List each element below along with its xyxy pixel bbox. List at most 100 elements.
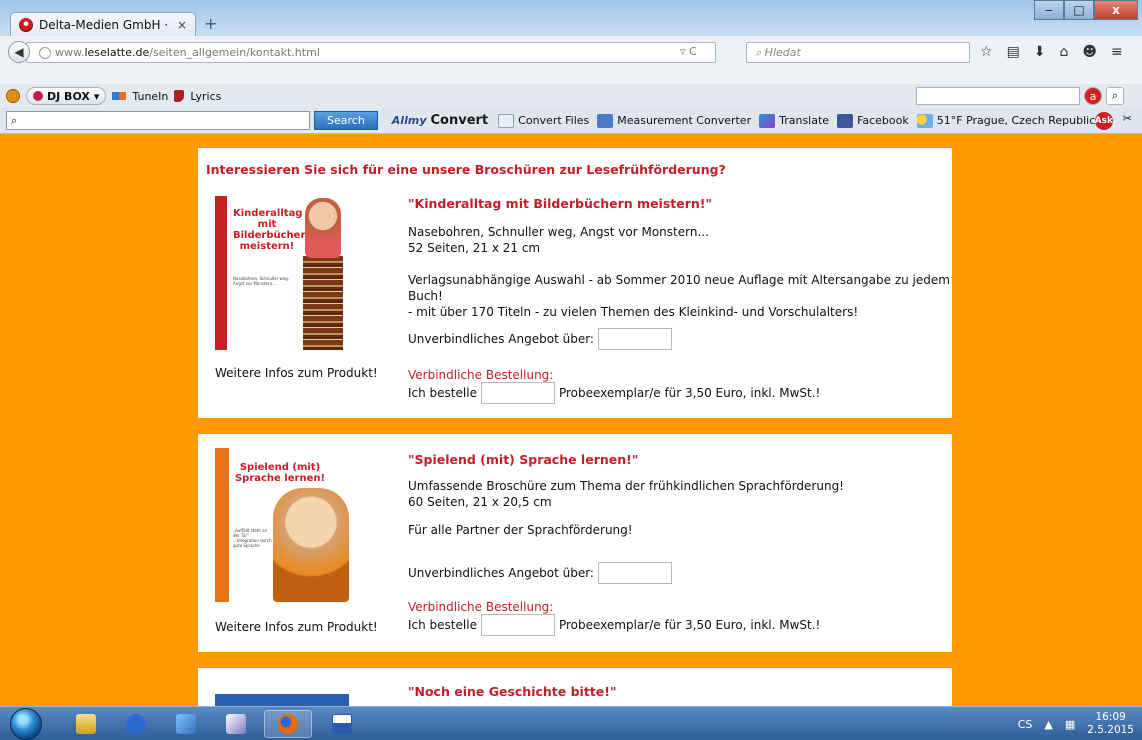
browser-tab[interactable]: Delta-Medien GmbH · Age... × (10, 12, 196, 36)
ask-logo-icon[interactable]: Ask (1095, 112, 1113, 130)
djbox-label: DJ BOX (47, 89, 90, 103)
bookmark-star-icon[interactable]: ☆ (980, 44, 993, 60)
scissors-icon[interactable]: ✂ (1123, 112, 1132, 130)
product-title: "Spielend (mit) Sprache lernen!" (408, 452, 639, 467)
chevron-down-icon: ▾ (93, 89, 100, 103)
translate-link[interactable]: Translate (779, 114, 829, 127)
magnifier-icon[interactable]: ⌕ (1106, 87, 1124, 105)
djbox-search-input[interactable] (916, 87, 1080, 105)
offer-label: Unverbindliches Angebot über: (408, 566, 594, 580)
downloads-icon[interactable]: ⬇ (1034, 44, 1046, 60)
close-window-button[interactable]: x (1094, 0, 1138, 20)
cover-subtitle: „Auffällt steht an der Tür" ...Integrati… (233, 528, 272, 548)
taskbar-firefox[interactable] (264, 710, 312, 738)
cover-title: Kinderalltag mit Bilderbüchern meistern! (233, 208, 313, 252)
product-card: "Noch eine Geschichte bitte!" (198, 668, 952, 706)
offer-label: Unverbindliches Angebot über: (408, 332, 594, 346)
description-line: Für alle Partner der Sprachförderung! (408, 523, 633, 537)
offer-row: Unverbindliches Angebot über: (408, 562, 672, 584)
word-icon (332, 714, 352, 734)
ask-toolbar: ⌕ Search Allmy Convert Convert Files Mea… (0, 108, 1142, 134)
app-icon (226, 714, 246, 734)
translate-icon (759, 113, 776, 128)
measurement-converter-link[interactable]: Measurement Converter (617, 114, 751, 127)
menu-icon[interactable]: ≡ (1111, 44, 1123, 60)
description-line: - mit über 170 Titeln - zu vielen Themen… (408, 305, 859, 319)
taskbar-app[interactable] (162, 710, 210, 738)
tunein-link[interactable]: TuneIn (132, 90, 168, 103)
order-suffix: Probeexemplar/e für 3,50 Euro, inkl. MwS… (558, 618, 821, 632)
taskbar-app[interactable] (212, 710, 260, 738)
offer-quantity-input[interactable] (597, 328, 672, 350)
product-title: "Noch eine Geschichte bitte!" (408, 684, 617, 699)
taskbar-word[interactable] (318, 710, 366, 738)
chat-icon[interactable]: ☻ (1082, 44, 1097, 60)
facebook-link[interactable]: Facebook (857, 114, 909, 127)
language-indicator[interactable]: CS (1018, 718, 1033, 731)
description-line: Umfassende Broschüre zum Thema der frühk… (408, 479, 844, 493)
title-bar: Delta-Medien GmbH · Age... × + ‒ □ x (0, 0, 1142, 36)
allmy-label: All (391, 114, 408, 127)
product-cover-image[interactable]: Spielend (mit) Sprache lernen! „Auffällt… (215, 448, 349, 602)
site-favicon-icon (19, 17, 33, 32)
facebook-icon (837, 113, 854, 128)
product-card: Interessieren Sie sich für eine unsere B… (198, 148, 952, 418)
offer-quantity-input[interactable] (597, 562, 672, 584)
order-row: Ich bestelle Probeexemplar/e für 3,50 Eu… (408, 614, 820, 636)
taskbar-explorer[interactable] (62, 710, 110, 738)
page-content: Interessieren Sie sich für eine unsere B… (0, 134, 1142, 706)
browser-search-input[interactable]: ⌕ Hledat (746, 42, 970, 63)
new-tab-button[interactable]: + (204, 14, 217, 33)
product-cover-image[interactable]: Kinderalltag mit Bilderbüchern meistern!… (215, 196, 349, 350)
lyrics-icon[interactable] (174, 90, 185, 102)
url-path: /seiten_allgemein/kontakt.html (149, 46, 320, 59)
tab-title: Delta-Medien GmbH · Age... (39, 17, 171, 32)
window-controls: ‒ □ x (1034, 0, 1138, 20)
order-row: Ich bestelle Probeexemplar/e für 3,50 Eu… (408, 382, 820, 404)
taskbar-media-player[interactable] (112, 710, 160, 738)
clock[interactable]: 16:09 2.5.2015 (1087, 711, 1134, 737)
djbox-search-buttons: a ⌕ (1084, 87, 1124, 105)
tunein-icon[interactable] (112, 92, 127, 100)
convert-label[interactable]: Convert (431, 113, 489, 128)
start-button[interactable] (10, 708, 42, 740)
maximize-button[interactable]: □ (1064, 0, 1094, 20)
convert-files-icon (498, 113, 515, 128)
djbox-icon (33, 91, 43, 101)
product-card: Spielend (mit) Sprache lernen! „Auffällt… (198, 434, 952, 652)
site-identity-icon[interactable] (39, 46, 51, 59)
ask-logo-icon[interactable]: a (1084, 87, 1102, 105)
allmyconvert-logo[interactable]: Allmy (392, 114, 427, 127)
ask-search-input[interactable]: ⌕ (6, 111, 310, 130)
home-icon[interactable]: ⌂ (1060, 44, 1069, 60)
product-cover-image[interactable] (215, 694, 349, 706)
tab-close-icon[interactable]: × (177, 18, 187, 32)
product-title: "Kinderalltag mit Bilderbüchern meistern… (408, 196, 713, 211)
tray-expand-icon[interactable]: ▲ (1044, 718, 1052, 731)
djbox-dropdown[interactable]: DJ BOX ▾ (26, 87, 107, 105)
order-quantity-input[interactable] (480, 614, 555, 636)
order-prefix: Ich bestelle (408, 386, 477, 400)
convert-files-link[interactable]: Convert Files (518, 114, 589, 127)
order-quantity-input[interactable] (480, 382, 555, 404)
back-button[interactable]: ◀ (8, 41, 30, 63)
ask-search-button[interactable]: Search (314, 111, 378, 130)
explorer-icon (76, 714, 96, 734)
product-info-link[interactable]: Weitere Infos zum Produkt! (215, 620, 378, 634)
lyrics-link[interactable]: Lyrics (190, 90, 221, 103)
network-icon[interactable]: ▦ (1065, 718, 1075, 731)
search-icon: ⌕ (755, 45, 765, 59)
cover-subtitle: Nasebohren, Schnuller weg, Angst vor Mon… (233, 276, 290, 286)
clock-time: 16:09 (1095, 711, 1126, 723)
url-bar[interactable]: www. leselatte.de/seiten_allgemein/kontak… (26, 42, 716, 63)
search-placeholder: Hledat (764, 46, 801, 59)
clock-date: 2.5.2015 (1087, 724, 1134, 736)
child-illustration (273, 488, 349, 602)
weather-link[interactable]: 51°F Prague, Czech Republic (937, 114, 1096, 127)
bookmarks-list-icon[interactable]: ▤ (1007, 44, 1020, 60)
minimize-button[interactable]: ‒ (1034, 0, 1064, 20)
product-info-link[interactable]: Weitere Infos zum Produkt! (215, 366, 378, 380)
reload-icon[interactable]: ▿ C (680, 45, 697, 58)
cover-spine (215, 196, 227, 350)
toolbar-addon-icon[interactable] (6, 89, 20, 103)
